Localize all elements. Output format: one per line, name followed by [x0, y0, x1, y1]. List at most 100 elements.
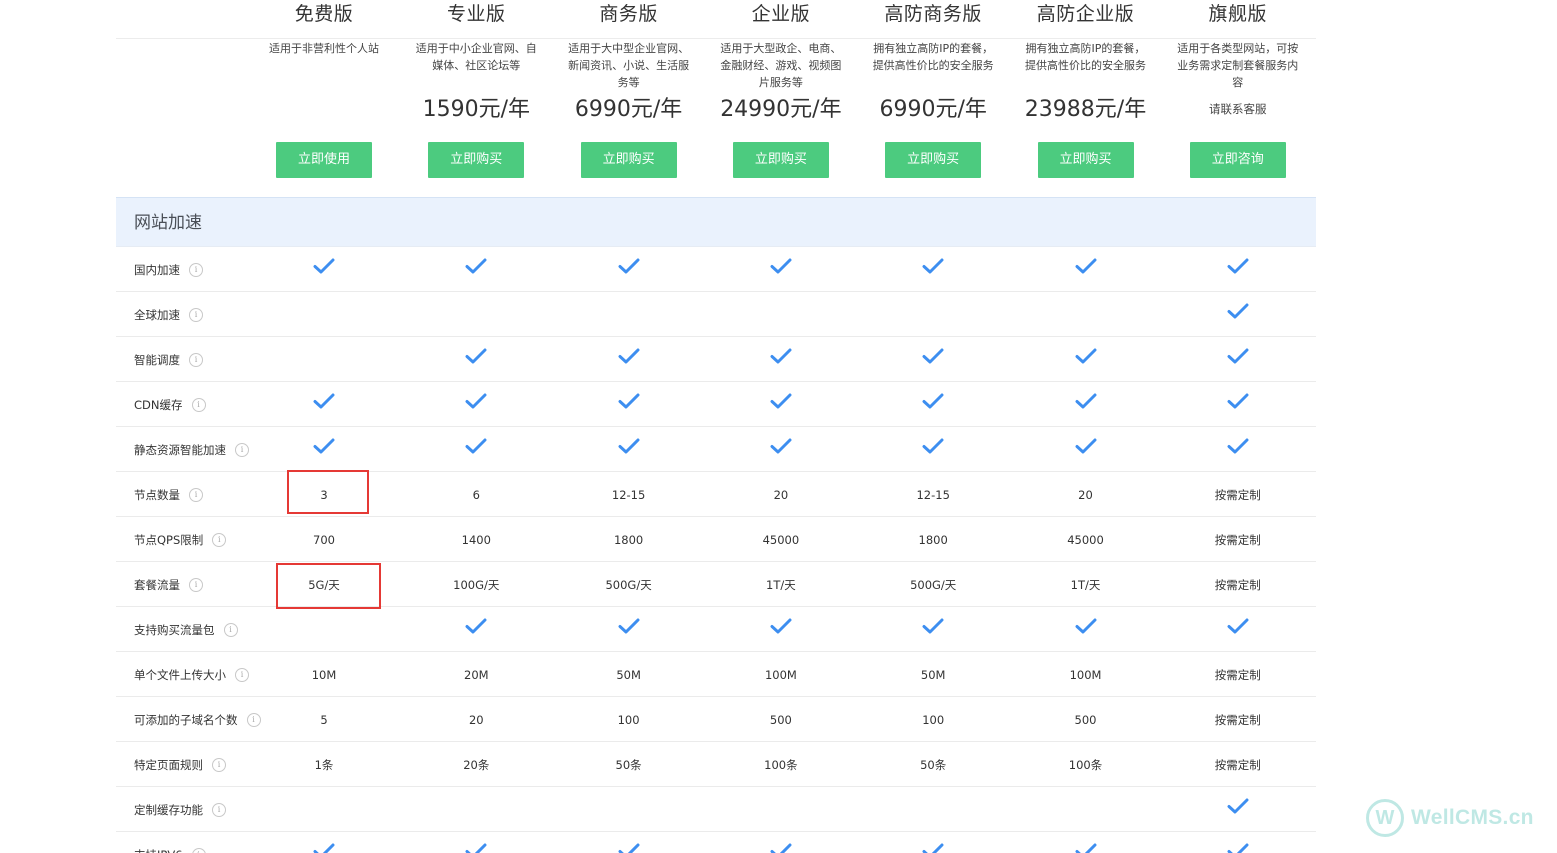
feature-label: 支持IPV6 i [134, 832, 206, 853]
plan-price: 6990元/年 [574, 97, 683, 122]
table-cell: 10M [311, 667, 337, 682]
table-cell: 500 [1074, 712, 1097, 727]
check-icon [857, 603, 1009, 648]
table-cell: 1T/天 [766, 577, 796, 592]
check-icon [1162, 333, 1314, 378]
table-cell: 1条 [314, 757, 334, 772]
table-cell: 按需定制 [1214, 757, 1261, 772]
table-cell: 5G/天 [308, 577, 340, 592]
feature-label: 特定页面规则 i [134, 742, 226, 787]
info-icon[interactable]: i [189, 262, 203, 277]
table-row: 支持IPV6 i [116, 832, 1316, 853]
feature-name: 支持购买流量包 [134, 622, 215, 637]
feature-rows: 国内加速 i 全球加速 i 智能调度 i CDN缓存 i 静态资源智能加速 i 节点数量 i 3 6 12-… [116, 247, 1316, 853]
check-icon [1162, 783, 1314, 828]
table-cell: 20 [773, 487, 789, 502]
info-icon[interactable]: i [189, 352, 203, 367]
empty-cell [400, 292, 552, 337]
table-cell: 1800 [613, 532, 644, 547]
check-icon [1010, 243, 1162, 288]
feature-name: 定制缓存功能 [134, 802, 203, 817]
info-icon[interactable]: i [191, 847, 206, 853]
check-icon [705, 603, 857, 648]
plan-action-button[interactable]: 立即购买 [1037, 142, 1134, 178]
empty-cell [248, 787, 400, 832]
check-icon [1162, 378, 1314, 423]
info-icon[interactable]: i [212, 757, 226, 772]
empty-cell [857, 787, 1009, 832]
plan-price: 1590元/年 [422, 97, 530, 122]
feature-name: 全球加速 [134, 307, 180, 322]
plan-column: 免费版 适用于非营利性个人站 立即使用 [248, 0, 400, 178]
check-icon [857, 378, 1009, 423]
table-cell: 5 [320, 712, 328, 727]
info-icon[interactable]: i [191, 397, 206, 412]
plan-name: 旗舰版 [1208, 3, 1268, 25]
feature-label: CDN缓存 i [134, 382, 206, 427]
plan-action-button[interactable]: 立即购买 [732, 142, 829, 178]
table-cell: 6 [472, 487, 480, 502]
empty-cell [553, 292, 705, 337]
table-cell: 100G/天 [453, 577, 500, 592]
info-icon[interactable]: i [235, 442, 249, 457]
plan-description: 适用于中小企业官网、自媒体、社区论坛等 [415, 42, 537, 72]
plan-column: 商务版 适用于大中型企业官网、新闻资讯、小说、生活服务等 6990元/年 立即购买 [553, 0, 705, 178]
page: 免费版 适用于非营利性个人站 立即使用 专业版 适用于中小企业官网、自媒体、社区论坛等 1… [0, 0, 1557, 853]
check-icon [553, 423, 705, 468]
check-icon [857, 243, 1009, 288]
plan-price: 24990元/年 [720, 97, 842, 122]
table-row: 静态资源智能加速 i [116, 427, 1316, 472]
table-cell: 1T/天 [1070, 577, 1101, 592]
info-icon[interactable]: i [189, 307, 203, 322]
table-cell: 100条 [1068, 757, 1103, 772]
table-cell: 按需定制 [1214, 577, 1261, 592]
table-cell: 500G/天 [910, 577, 957, 592]
plan-action-button[interactable]: 立即购买 [885, 142, 982, 178]
check-icon [1010, 603, 1162, 648]
table-cell: 100M [1069, 667, 1102, 682]
info-icon[interactable]: i [189, 577, 203, 592]
check-icon [400, 378, 552, 423]
plan-action-button[interactable]: 立即购买 [580, 142, 677, 178]
info-icon[interactable]: i [235, 667, 249, 682]
feature-label: 套餐流量 i [134, 562, 203, 607]
check-icon [1162, 288, 1314, 333]
info-icon[interactable]: i [212, 532, 227, 547]
plan-column: 企业版 适用于大型政企、电商、金融财经、游戏、视频图片服务等 24990元/年 立即购… [705, 0, 857, 178]
info-icon[interactable]: i [223, 622, 238, 637]
feature-label: 单个文件上传大小 i [134, 652, 249, 697]
check-icon [248, 423, 400, 468]
check-icon [553, 243, 705, 288]
table-row: 国内加速 i [116, 247, 1316, 292]
info-icon[interactable]: i [189, 487, 203, 502]
table-row: 特定页面规则 i 1条 20条 50条 100条 50条 100条 按需定制 [116, 742, 1316, 787]
check-icon [553, 333, 705, 378]
plan-action-button[interactable]: 立即咨询 [1189, 142, 1286, 178]
empty-cell [400, 787, 552, 832]
check-icon [248, 828, 400, 853]
check-icon [857, 828, 1009, 853]
check-icon [400, 243, 552, 288]
plan-column: 高防商务版 拥有独立高防IP的套餐，提供高性价比的安全服务 6990元/年 立即购买 [857, 0, 1009, 178]
plan-action-button[interactable]: 立即使用 [276, 142, 372, 178]
table-cell: 100 [617, 712, 640, 727]
table-cell: 100条 [764, 757, 798, 772]
table-cell: 按需定制 [1214, 532, 1261, 547]
plan-name: 高防商务版 [884, 3, 982, 25]
plan-description: 适用于各类型网站，可按业务需求定制套餐服务内容 [1177, 42, 1299, 89]
feature-label: 定制缓存功能 i [134, 787, 226, 832]
plan-name: 免费版 [294, 3, 354, 25]
feature-name: 静态资源智能加速 [134, 442, 226, 457]
plan-description: 适用于大中型企业官网、新闻资讯、小说、生活服务等 [568, 42, 690, 89]
info-icon[interactable]: i [212, 802, 226, 817]
table-row: 智能调度 i [116, 337, 1316, 382]
table-cell: 45000 [1067, 532, 1104, 547]
plan-action-button[interactable]: 立即购买 [428, 142, 525, 178]
check-icon [400, 333, 552, 378]
plan-price: 23988元/年 [1024, 97, 1147, 122]
table-cell: 1800 [918, 532, 948, 547]
empty-cell [248, 292, 400, 337]
feature-label: 全球加速 i [134, 292, 203, 337]
feature-name: 可添加的子域名个数 [134, 712, 238, 727]
watermark-logo: W WellCMS.cn [1366, 797, 1534, 839]
